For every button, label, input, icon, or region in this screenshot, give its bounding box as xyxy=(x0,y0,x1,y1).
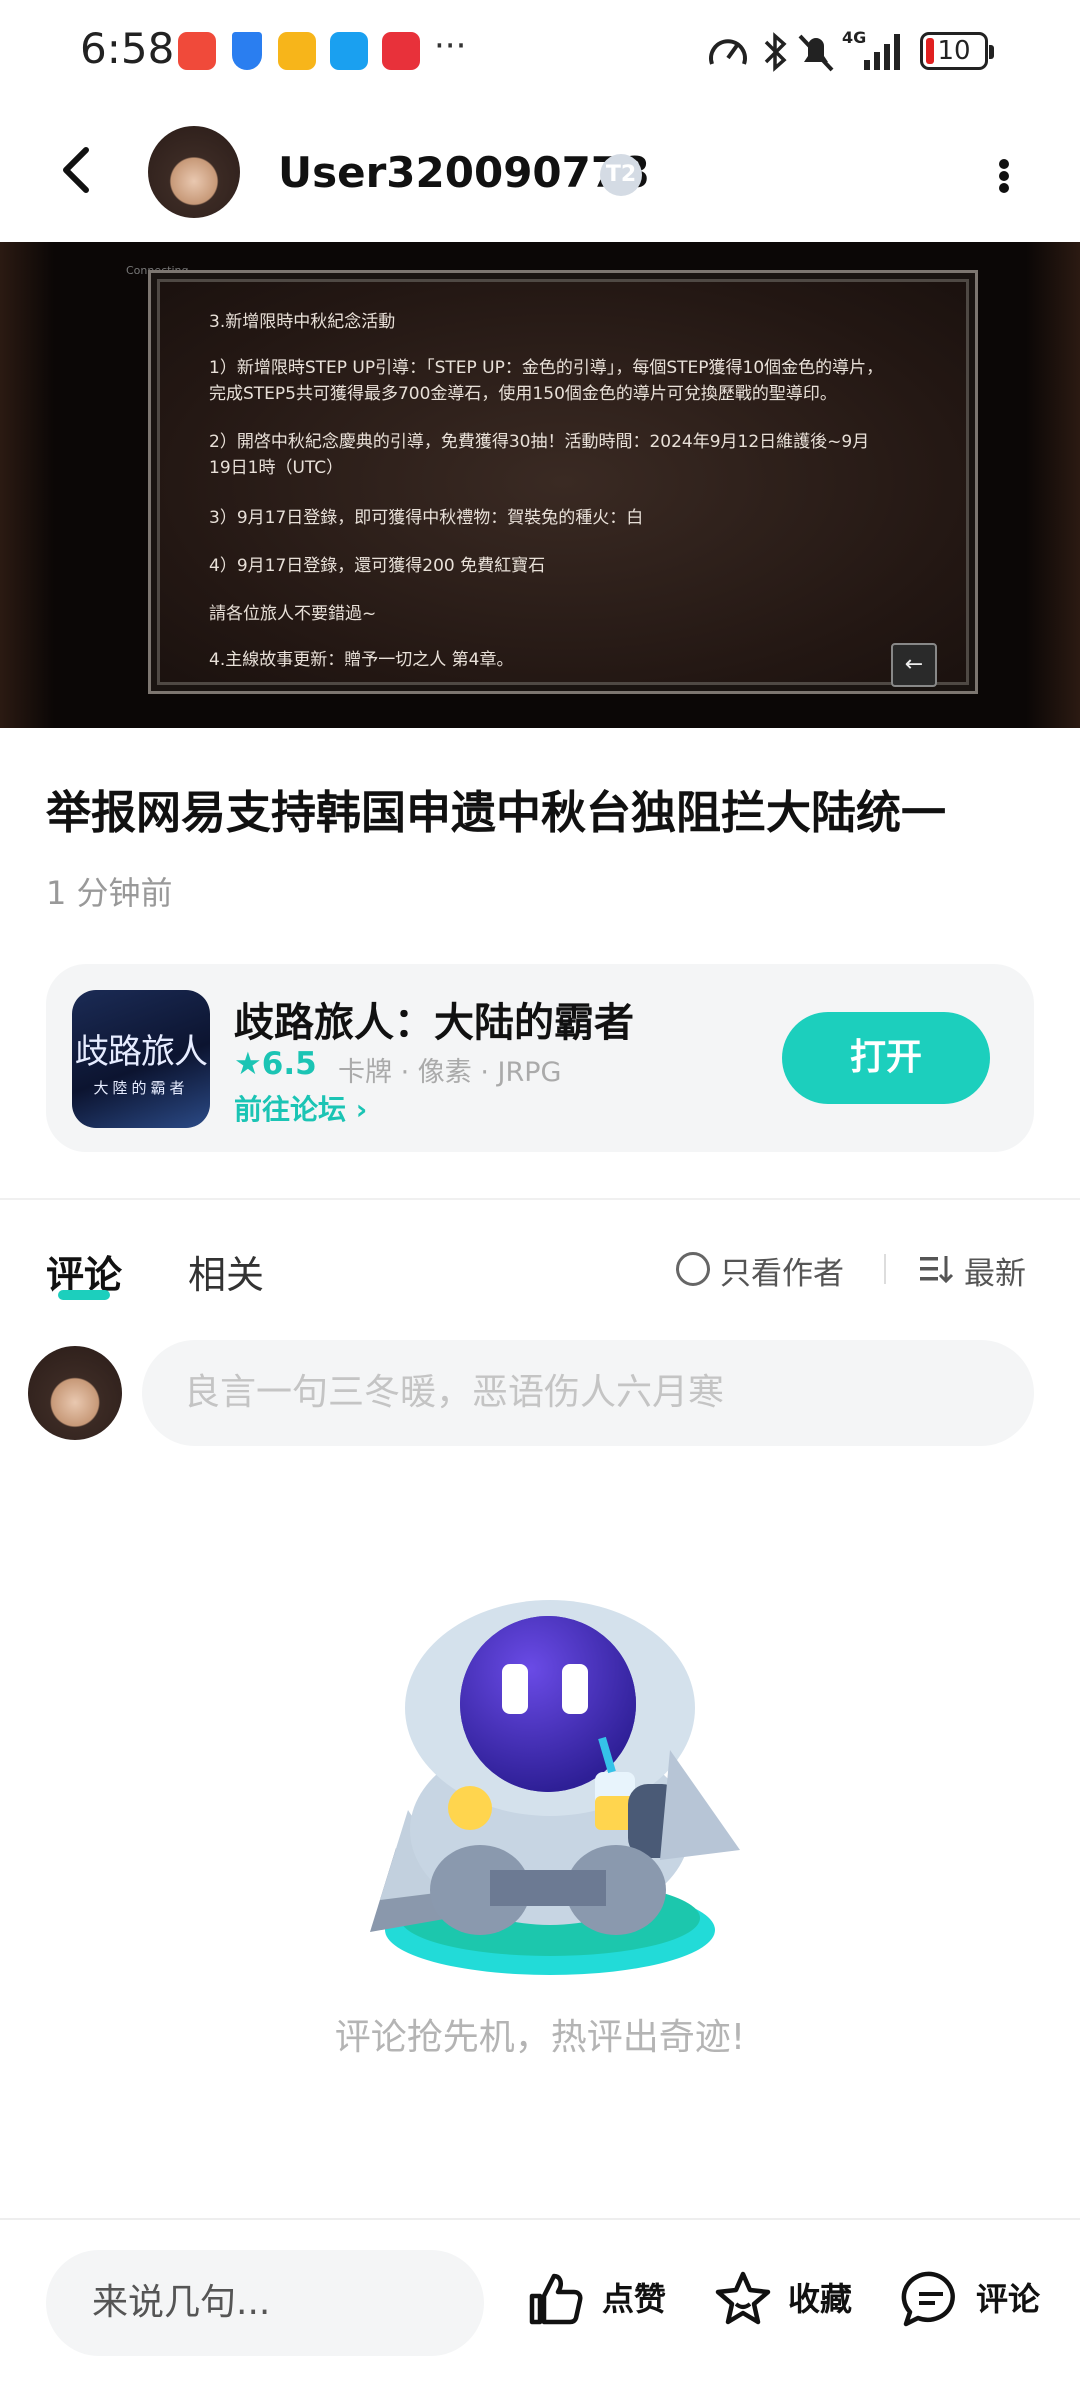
comment-button[interactable]: 评论 xyxy=(976,2274,1040,2320)
announcement-line: 請各位旅人不要錯過~ xyxy=(209,604,377,624)
active-tab-indicator xyxy=(58,1290,110,1300)
announcement-line: 4.主線故事更新：贈予一切之人 第4章。 xyxy=(209,650,514,670)
tab-related[interactable]: 相关 xyxy=(188,1244,264,1299)
game-icon-subtitle: 大陸的霸者 xyxy=(93,1079,189,1097)
status-time: 6:58 xyxy=(80,24,175,73)
sort-newest[interactable]: 最新 xyxy=(964,1248,1026,1293)
star-icon: ★ xyxy=(234,1046,262,1082)
game-rating: ★6.5 xyxy=(234,1046,317,1082)
like-icon[interactable] xyxy=(524,2268,586,2330)
favorite-star-icon[interactable] xyxy=(712,2268,774,2330)
more-options-icon[interactable] xyxy=(994,156,1014,196)
panel-back-icon: ← xyxy=(891,643,937,687)
like-button[interactable]: 点赞 xyxy=(602,2274,666,2320)
filter-separator xyxy=(884,1254,886,1284)
game-icon-title: 歧路旅人 xyxy=(75,1032,208,1072)
comment-bubble-icon[interactable] xyxy=(900,2268,962,2330)
game-announcement-panel: 3.新增限時中秋紀念活動 1）新增限時STEP UP引導：「STEP UP：金色… xyxy=(148,270,978,694)
announcement-line: 3）9月17日登錄，即可獲得中秋禮物：賀裝兔的種火：白 xyxy=(209,508,644,528)
my-avatar[interactable] xyxy=(28,1346,122,1440)
bottom-bar-divider xyxy=(0,2218,1080,2220)
author-avatar[interactable] xyxy=(148,126,240,218)
go-to-forum-link[interactable]: 前往论坛 › xyxy=(234,1088,367,1128)
status-bar: 6:58 ··· 4G 10 xyxy=(0,0,1080,108)
section-divider xyxy=(0,1198,1080,1200)
announcement-line: 3.新增限時中秋紀念活動 xyxy=(209,312,396,332)
back-icon[interactable] xyxy=(48,140,108,200)
chevron-right-icon: › xyxy=(346,1093,368,1126)
message-notification-icon xyxy=(330,32,368,70)
speed-icon xyxy=(709,39,747,65)
missed-call-notification-icon xyxy=(178,32,216,70)
forum-link-label: 前往论坛 xyxy=(234,1093,347,1126)
announcement-line: 4）9月17日登錄，還可獲得200 免費紅寶石 xyxy=(209,556,546,576)
game-tags: 卡牌 · 像素 · JRPG xyxy=(338,1057,562,1088)
game-icon[interactable]: 歧路旅人 大陸的霸者 xyxy=(72,990,210,1128)
signal-icon xyxy=(864,34,900,70)
announcement-line: 2）開啓中秋紀念慶典的引導，免費獲得30抽！活動時間：2024年9月12日維護後… xyxy=(209,432,870,452)
announcement-line: 19日1時（UTC） xyxy=(209,458,344,478)
announcement-line: 1）新增限時STEP UP引導：「STEP UP：金色的引導」，每個STEP獲得… xyxy=(209,358,884,378)
open-game-button[interactable]: 打开 xyxy=(782,1012,990,1104)
quick-comment-input[interactable]: 来说几句... xyxy=(46,2250,484,2356)
app-notification-icon xyxy=(382,32,420,70)
author-only-radio-icon[interactable] xyxy=(676,1252,710,1286)
more-notifications-icon: ··· xyxy=(434,26,467,66)
bluetooth-icon xyxy=(764,32,787,72)
game-name[interactable]: 歧路旅人：大陆的霸者 xyxy=(234,990,634,1048)
favorite-button[interactable]: 收藏 xyxy=(788,2274,852,2320)
post-time: 1 分钟前 xyxy=(46,874,173,912)
comment-input[interactable]: 良言一句三冬暖，恶语伤人六月寒 xyxy=(142,1340,1034,1446)
post-title: 举报网易支持韩国申遗中秋台独阻拦大陆统一 xyxy=(46,786,947,839)
mail-notification-icon xyxy=(278,32,316,70)
rating-value: 6.5 xyxy=(261,1046,317,1082)
shield-notification-icon xyxy=(232,32,262,70)
game-card[interactable]: 歧路旅人 大陸的霸者 歧路旅人：大陆的霸者 ★6.5 卡牌 · 像素 · JRP… xyxy=(46,964,1034,1152)
author-only-filter[interactable]: 只看作者 xyxy=(720,1248,844,1293)
empty-comments-mascot-icon xyxy=(370,1600,740,1975)
user-level-badge: T2 xyxy=(600,154,642,196)
author-username[interactable]: User320090778 xyxy=(278,148,649,197)
battery-icon: 10 xyxy=(920,32,994,70)
announcement-line: 完成STEP5共可獲得最多700金導石，使用150個金色的導片可兌換歷戰的聖導印… xyxy=(209,384,837,404)
mute-icon xyxy=(798,34,834,72)
empty-comments-text: 评论抢先机，热评出奇迹! xyxy=(334,2017,746,2058)
sort-icon[interactable] xyxy=(920,1254,954,1284)
post-image[interactable]: Connecting... 3.新增限時中秋紀念活動 1）新增限時STEP UP… xyxy=(0,242,1080,728)
